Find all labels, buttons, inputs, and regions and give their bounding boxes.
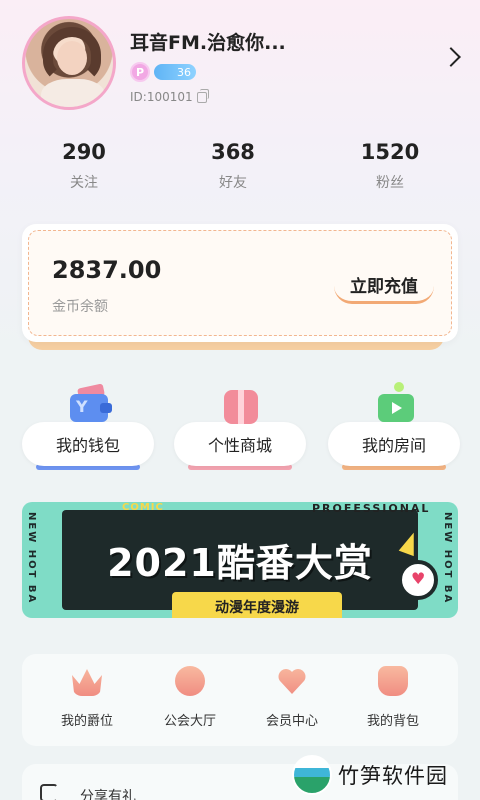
tv-shape [378, 394, 414, 422]
feature-room[interactable]: 我的房间 [328, 372, 460, 476]
avatar-body [41, 79, 105, 107]
banner-tag-professional: PROFESSIONAL [312, 502, 431, 515]
p-badge-icon: P [130, 62, 150, 82]
stat-fans[interactable]: 1520 粉丝 [340, 140, 440, 192]
watermark-text: 竹笋软件园 [338, 764, 448, 788]
user-id-text: ID:100101 [130, 90, 193, 104]
heart-icon [277, 666, 307, 696]
tv-room-icon [364, 376, 424, 436]
gift-icon [210, 376, 270, 436]
copy-icon[interactable] [196, 88, 209, 103]
coin-balance: 2837.00 [52, 256, 162, 284]
menu-item-label: 公会大厅 [163, 714, 216, 729]
stat-label: 关注 [70, 175, 98, 191]
avatar-face [57, 41, 87, 75]
share-label: 分享有礼 [80, 789, 136, 800]
banner-subtitle: 动漫年度漫游 [172, 592, 342, 618]
share-icon [40, 784, 58, 800]
menu-item-label: 我的背包 [366, 714, 419, 729]
stat-value: 290 [62, 140, 106, 164]
user-id: ID:100101 [130, 88, 209, 104]
antenna-shape [394, 382, 404, 392]
menu-item-vip[interactable]: 会员中心 [247, 666, 337, 729]
user-badges: P 36 [130, 62, 196, 82]
guild-icon [175, 666, 205, 696]
watermark-logo-icon [292, 755, 332, 795]
stat-label: 好友 [219, 175, 247, 191]
coin-balance-label: 金币余额 [52, 299, 108, 315]
watermark: 竹笋软件园 [292, 752, 472, 798]
stat-value: 1520 [360, 140, 420, 164]
recharge-button[interactable]: 立即充值 [334, 268, 434, 304]
stat-friends[interactable]: 368 好友 [183, 140, 283, 192]
menu-item-bag[interactable]: 我的背包 [348, 666, 438, 729]
stat-label: 粉丝 [376, 175, 404, 191]
username[interactable]: 耳音FM.治愈你... [130, 28, 286, 55]
banner-tag-comic: COMIC [122, 502, 164, 513]
chevron-right-icon[interactable] [441, 47, 461, 67]
stat-following[interactable]: 290 关注 [34, 140, 134, 192]
avatar[interactable] [22, 16, 116, 110]
crown-icon [72, 669, 102, 696]
wallet-icon [58, 376, 118, 436]
feature-shop[interactable]: 个性商城 [174, 372, 306, 476]
level-badge: 36 [154, 64, 196, 80]
feature-wallet[interactable]: 我的钱包 [22, 372, 154, 476]
menu-item-label: 我的爵位 [60, 714, 113, 729]
gift-shape [224, 390, 258, 424]
wallet-shape [70, 394, 112, 422]
menu-item-guild[interactable]: 公会大厅 [145, 666, 235, 729]
menu-item-rank[interactable]: 我的爵位 [42, 666, 132, 729]
stat-value: 368 [211, 140, 255, 164]
banner-title: 2021酷番大赏 [107, 541, 373, 585]
bag-icon [378, 666, 408, 696]
promo-banner[interactable]: COMIC PROFESSIONAL NEW HOT BA NEW HOT BA… [22, 502, 458, 618]
heart-disc-icon [398, 560, 438, 600]
menu-item-label: 会员中心 [265, 714, 318, 729]
